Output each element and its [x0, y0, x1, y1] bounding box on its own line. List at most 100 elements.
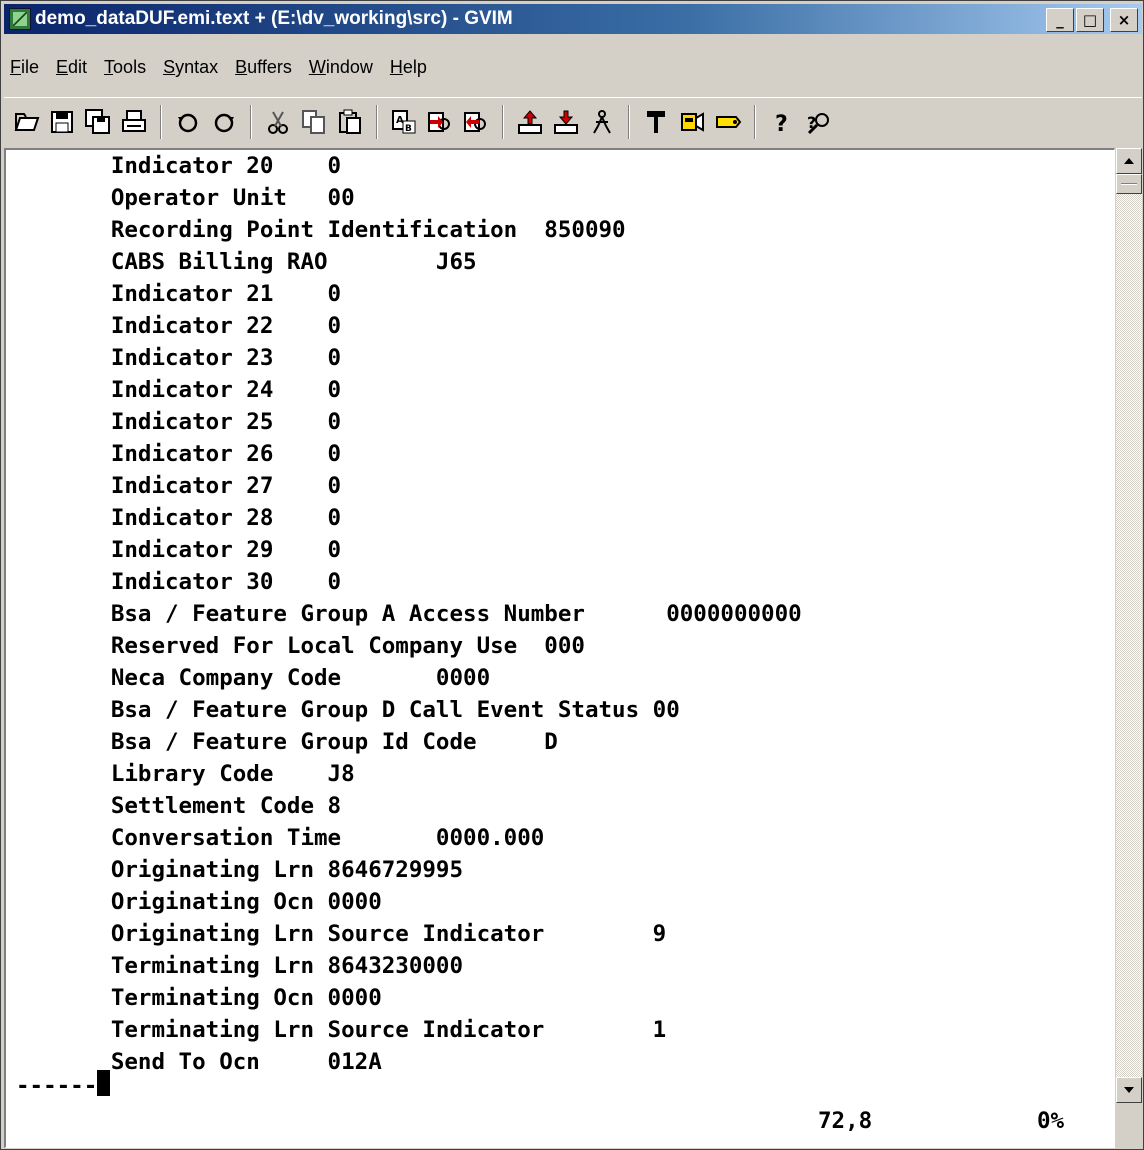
text-line: Bsa / Feature Group Id Code D — [16, 729, 558, 755]
save-session-button[interactable] — [551, 107, 581, 137]
text-cursor — [97, 1070, 111, 1096]
menu-item[interactable]: Edit — [56, 57, 87, 78]
save-all-icon — [85, 108, 110, 134]
editor-area[interactable]: Indicator 20 0 Operator Unit 00 Recordin… — [4, 148, 1115, 1148]
menu-item[interactable]: Syntax — [163, 57, 218, 78]
toolbar-separator — [376, 104, 378, 139]
scroll-thumb[interactable] — [1116, 174, 1142, 194]
menu-item[interactable]: Help — [390, 57, 427, 78]
menu-item[interactable]: Tools — [104, 57, 146, 78]
undo-icon — [178, 113, 198, 132]
find-help-icon: ? — [807, 112, 829, 134]
svg-text:B: B — [405, 124, 412, 134]
ruler-position: 72,8 — [818, 1108, 873, 1134]
menu-label-rest: ile — [21, 56, 40, 77]
text-line: Send To Ocn 012A — [16, 1049, 382, 1075]
text-line: Indicator 23 0 — [16, 345, 342, 371]
redo-button[interactable] — [209, 107, 239, 137]
text-line: Conversation Time 0000.000 — [16, 825, 545, 851]
shell-icon — [681, 111, 704, 132]
svg-text:?: ? — [775, 112, 788, 136]
scroll-down-button[interactable] — [1116, 1077, 1142, 1103]
menu-label-rest: indow — [325, 56, 373, 77]
toolbar-separator — [250, 104, 252, 139]
redo-icon — [214, 113, 234, 132]
text-line: Neca Company Code 0000 — [16, 665, 491, 691]
open-icon — [14, 112, 40, 131]
paste-icon — [339, 109, 361, 134]
scroll-up-button[interactable] — [1116, 148, 1142, 174]
text-line: Terminating Lrn Source Indicator 1 — [16, 1017, 667, 1043]
menu-item[interactable]: Window — [309, 57, 373, 78]
text-line: Indicator 28 0 — [16, 505, 342, 531]
menu-bar: File Edit Tools Syntax Buffers Window Help — [4, 53, 431, 81]
find-help-button[interactable]: ? — [803, 107, 833, 137]
window-title: demo_dataDUF.emi.text + (E:\dv_working\s… — [35, 8, 513, 29]
vertical-scrollbar[interactable] — [1116, 148, 1142, 1103]
minimize-icon: _ — [1056, 11, 1064, 29]
open-button[interactable] — [11, 107, 41, 137]
find-next-icon — [428, 111, 450, 132]
toolbar-separator — [628, 104, 630, 139]
print-button[interactable] — [119, 107, 149, 137]
text-line: Originating Lrn 8646729995 — [16, 857, 464, 883]
thumb-grip — [1121, 183, 1137, 185]
tag-jump-button[interactable] — [713, 107, 743, 137]
undo-button[interactable] — [173, 107, 203, 137]
text-line: Library Code J8 — [16, 761, 355, 787]
window-controls: _ □ × — [1046, 8, 1138, 32]
text-line: Indicator 30 0 — [16, 569, 342, 595]
text-line: Originating Lrn Source Indicator 9 — [16, 921, 667, 947]
maximize-button[interactable]: □ — [1076, 8, 1104, 32]
cut-icon — [268, 111, 288, 134]
menu-accelerator: H — [389, 56, 403, 77]
toolbar: A B?? — [4, 97, 1142, 145]
text-line: Reserved For Local Company Use 000 — [16, 633, 585, 659]
minimize-button[interactable]: _ — [1046, 8, 1074, 32]
menu-accelerator: S — [163, 56, 176, 77]
title-bar[interactable]: demo_dataDUF.emi.text + (E:\dv_working\s… — [4, 4, 1142, 34]
save-all-button[interactable] — [83, 107, 113, 137]
text-line: Indicator 26 0 — [16, 441, 342, 467]
make-icon — [647, 110, 665, 133]
text-line: Indicator 25 0 — [16, 409, 342, 435]
menu-item[interactable]: File — [10, 57, 39, 78]
text-line: Indicator 27 0 — [16, 473, 342, 499]
toolbar-separator — [754, 104, 756, 139]
save-button[interactable] — [47, 107, 77, 137]
replace-button[interactable]: AB — [389, 107, 419, 137]
find-prev-button[interactable] — [461, 107, 491, 137]
cut-button[interactable] — [263, 107, 293, 137]
find-next-button[interactable] — [425, 107, 455, 137]
replace-icon: AB — [392, 109, 416, 134]
text-line: Indicator 29 0 — [16, 537, 342, 563]
menu-accelerator: T — [104, 56, 114, 77]
save-session-icon — [554, 110, 578, 134]
load-session-icon — [518, 109, 542, 134]
menu-accelerator: B — [235, 56, 248, 77]
toolbar-separator — [160, 104, 162, 139]
paste-button[interactable] — [335, 107, 365, 137]
vim-icon[interactable] — [9, 8, 31, 30]
help-button[interactable]: ? — [767, 107, 797, 137]
help-icon: ? — [775, 112, 788, 136]
find-prev-icon — [464, 111, 486, 132]
load-session-button[interactable] — [515, 107, 545, 137]
copy-icon — [302, 109, 325, 134]
shell-button[interactable] — [677, 107, 707, 137]
text-line: Indicator 20 0 — [16, 153, 342, 179]
make-button[interactable] — [641, 107, 671, 137]
text-line: Terminating Lrn 8643230000 — [16, 953, 464, 979]
close-button[interactable]: × — [1110, 8, 1138, 32]
gvim-window: demo_dataDUF.emi.text + (E:\dv_working\s… — [0, 0, 1144, 1150]
text-line: Operator Unit 00 — [16, 185, 355, 211]
text-line: Indicator 22 0 — [16, 313, 342, 339]
tag-jump-icon — [716, 115, 742, 128]
run-script-button[interactable] — [587, 107, 617, 137]
text-line: CABS Billing RAO J65 — [16, 249, 477, 275]
copy-button[interactable] — [299, 107, 329, 137]
menu-item[interactable]: Buffers — [235, 57, 292, 78]
print-icon — [122, 109, 146, 132]
menu-label-rest: yntax — [175, 56, 219, 77]
close-icon: × — [1117, 11, 1131, 29]
